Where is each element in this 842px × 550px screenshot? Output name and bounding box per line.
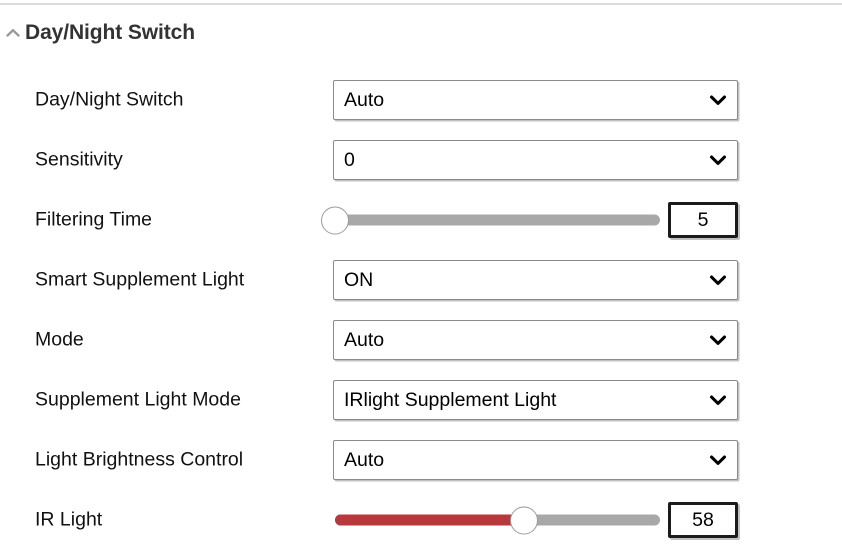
slider-value-input[interactable]: 58	[668, 502, 738, 538]
slider-control: 58	[333, 500, 738, 540]
top-divider	[0, 3, 842, 5]
settings-row: IR Light 58	[0, 490, 842, 550]
row-control: 0	[333, 140, 738, 180]
slider-control: 5	[321, 200, 738, 240]
chevron-down-icon[interactable]	[699, 269, 737, 291]
row-label-4: Mode	[35, 328, 84, 351]
select-5[interactable]: IRlight Supplement Light	[333, 380, 738, 420]
select-4[interactable]: Auto	[333, 320, 738, 360]
settings-row: Day/Night Switch Auto	[0, 70, 842, 130]
row-label-5: Supplement Light Mode	[35, 388, 241, 411]
page-title: Day/Night Switch	[25, 21, 195, 44]
chevron-down-icon[interactable]	[699, 89, 737, 111]
section-header[interactable]: Day/Night Switch	[4, 19, 195, 47]
settings-row: Sensitivity 0	[0, 130, 842, 190]
slider-thumb-7[interactable]	[509, 506, 538, 534]
row-control: Auto	[333, 80, 738, 120]
select-1[interactable]: 0	[333, 140, 738, 180]
settings-row: Supplement Light Mode IRlight Supplement …	[0, 370, 842, 430]
select-3[interactable]: ON	[333, 260, 738, 300]
settings-list: Day/Night Switch Auto Sensitivity 0 Filterin…	[0, 70, 842, 550]
settings-row: Filtering Time 5	[0, 190, 842, 250]
row-control: Auto	[333, 440, 738, 480]
row-control: 58	[333, 500, 738, 540]
settings-row: Smart Supplement Light ON	[0, 250, 842, 310]
slider-track-2[interactable]	[321, 206, 660, 234]
chevron-down-icon[interactable]	[699, 389, 737, 411]
slider-thumb-2[interactable]	[321, 206, 349, 234]
slider-fill	[335, 514, 524, 526]
chevron-up-icon[interactable]	[4, 24, 22, 42]
slider-track-7[interactable]	[335, 506, 660, 534]
select-value: ON	[344, 268, 374, 291]
chevron-down-icon[interactable]	[699, 149, 737, 171]
row-control: 5	[321, 200, 738, 240]
select-value: Auto	[344, 328, 385, 351]
chevron-down-icon[interactable]	[699, 449, 737, 471]
row-control: IRlight Supplement Light	[333, 380, 738, 420]
settings-row: Light Brightness Control Auto	[0, 430, 842, 490]
row-label-2: Filtering Time	[35, 208, 153, 231]
select-value: Auto	[344, 88, 385, 111]
row-label-3: Smart Supplement Light	[35, 268, 245, 291]
select-value: IRlight Supplement Light	[344, 388, 557, 411]
row-control: Auto	[333, 320, 738, 360]
row-label-6: Light Brightness Control	[35, 448, 244, 471]
settings-row: Mode Auto	[0, 310, 842, 370]
select-value: 0	[344, 148, 355, 171]
select-6[interactable]: Auto	[333, 440, 738, 480]
slider-value-input[interactable]: 5	[668, 202, 738, 238]
chevron-down-icon[interactable]	[699, 329, 737, 351]
row-label-7: IR Light	[35, 508, 103, 531]
select-0[interactable]: Auto	[333, 80, 738, 120]
row-label-1: Sensitivity	[35, 148, 123, 171]
row-control: ON	[333, 260, 738, 300]
row-label-0: Day/Night Switch	[35, 88, 184, 111]
select-value: Auto	[344, 448, 385, 471]
